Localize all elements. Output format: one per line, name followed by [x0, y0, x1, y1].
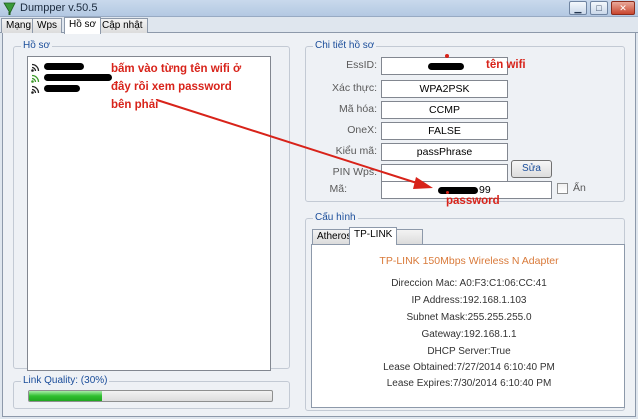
- adapter-info-pane: TP-LINK 150Mbps Wireless N Adapter Direc…: [311, 244, 625, 408]
- minimize-icon: ▁: [574, 2, 582, 13]
- profile-details-title: Chi tiết hồ sơ: [313, 40, 377, 51]
- dhcp-server: DHCP Server:True: [427, 346, 511, 357]
- pin-wps-label: PIN Wps:: [332, 166, 377, 178]
- wifi-signal-icon: [31, 74, 40, 83]
- wifi-name-annotation: tên wifi: [486, 59, 526, 71]
- essid-label: EssID:: [346, 59, 377, 71]
- show-key-label: Ẩn: [573, 182, 586, 194]
- pin-edit-button[interactable]: Sửa: [511, 160, 552, 178]
- adapter-title: TP-LINK 150Mbps Wireless N Adapter: [379, 255, 559, 267]
- auth-label: Xác thực:: [332, 82, 377, 94]
- masked-wifi-name: [44, 85, 80, 92]
- encryption-label: Mã hóa:: [339, 103, 377, 115]
- maximize-icon: □: [596, 2, 602, 13]
- lease-expires: Lease Expires:7/30/2014 6:10:40 PM: [386, 378, 552, 389]
- masked-essid: [428, 63, 464, 70]
- close-button[interactable]: ✕: [611, 1, 635, 15]
- link-quality-bar: [28, 390, 273, 402]
- auth-field[interactable]: WPA2PSK: [381, 80, 508, 98]
- masked-wifi-name: [44, 74, 112, 81]
- maximize-button[interactable]: □: [590, 1, 608, 15]
- onex-label: OneX:: [347, 124, 377, 136]
- profiles-group-title: Hồ sơ: [21, 40, 53, 51]
- wifi-signal-icon: [31, 63, 40, 72]
- wifi-signal-icon: [31, 85, 40, 94]
- link-quality-title: Link Quality: (30%): [21, 375, 110, 386]
- tab-mang[interactable]: Mạng: [1, 18, 37, 33]
- key-label: Mã:: [329, 183, 347, 195]
- subnet-mask: Subnet Mask:255.255.255.0: [406, 312, 532, 323]
- list-item[interactable]: [31, 61, 84, 72]
- show-key-checkbox[interactable]: [557, 183, 568, 194]
- pin-wps-field[interactable]: [381, 164, 508, 182]
- list-hint-annotation: bấm vào từng tên wifi ở đây rồi xem pass…: [111, 60, 241, 114]
- annotation-dot: [446, 191, 449, 194]
- main-tab-bar: Mạng Wps Hồ sơ Cập nhật: [0, 17, 638, 34]
- gateway: Gateway:192.168.1.1: [421, 329, 517, 340]
- encryption-field[interactable]: CCMP: [381, 101, 508, 119]
- config-group-title: Cấu hình: [313, 212, 358, 223]
- tab-cap-nhat[interactable]: Cập nhật: [97, 18, 148, 33]
- list-hint-line3: bên phải: [111, 99, 159, 111]
- ip-address: IP Address:192.168.1.103: [411, 295, 527, 306]
- tab-wps[interactable]: Wps: [32, 18, 62, 33]
- title-bar: Dumpper v.50.5 ▁ □ ✕: [0, 0, 638, 17]
- list-hint-line1: bấm vào từng tên wifi ở: [111, 63, 242, 75]
- key-type-label: Kiểu mã:: [335, 145, 377, 157]
- list-item[interactable]: [31, 83, 80, 94]
- link-quality-fill: [29, 391, 102, 401]
- minimize-button[interactable]: ▁: [569, 1, 587, 15]
- list-item[interactable]: [31, 72, 112, 83]
- lease-obtained: Lease Obtained:7/27/2014 6:10:40 PM: [383, 362, 555, 373]
- list-hint-line2: đây rồi xem password: [111, 81, 232, 93]
- onex-field[interactable]: FALSE: [381, 122, 508, 140]
- password-annotation: password: [446, 195, 500, 207]
- masked-wifi-name: [44, 63, 84, 70]
- close-icon: ✕: [619, 2, 627, 13]
- tab-tp-link[interactable]: TP-LINK: [349, 227, 398, 245]
- dumpper-logo-icon: [3, 2, 16, 15]
- tab-empty[interactable]: [393, 229, 423, 244]
- window-title: Dumpper v.50.5: [20, 2, 98, 14]
- tab-ho-so[interactable]: Hồ sơ: [64, 17, 102, 34]
- key-type-field[interactable]: passPhrase: [381, 143, 508, 161]
- mac-address: Direccion Mac: A0:F3:C1:06:CC:41: [391, 278, 547, 289]
- annotation-dot: [445, 54, 449, 58]
